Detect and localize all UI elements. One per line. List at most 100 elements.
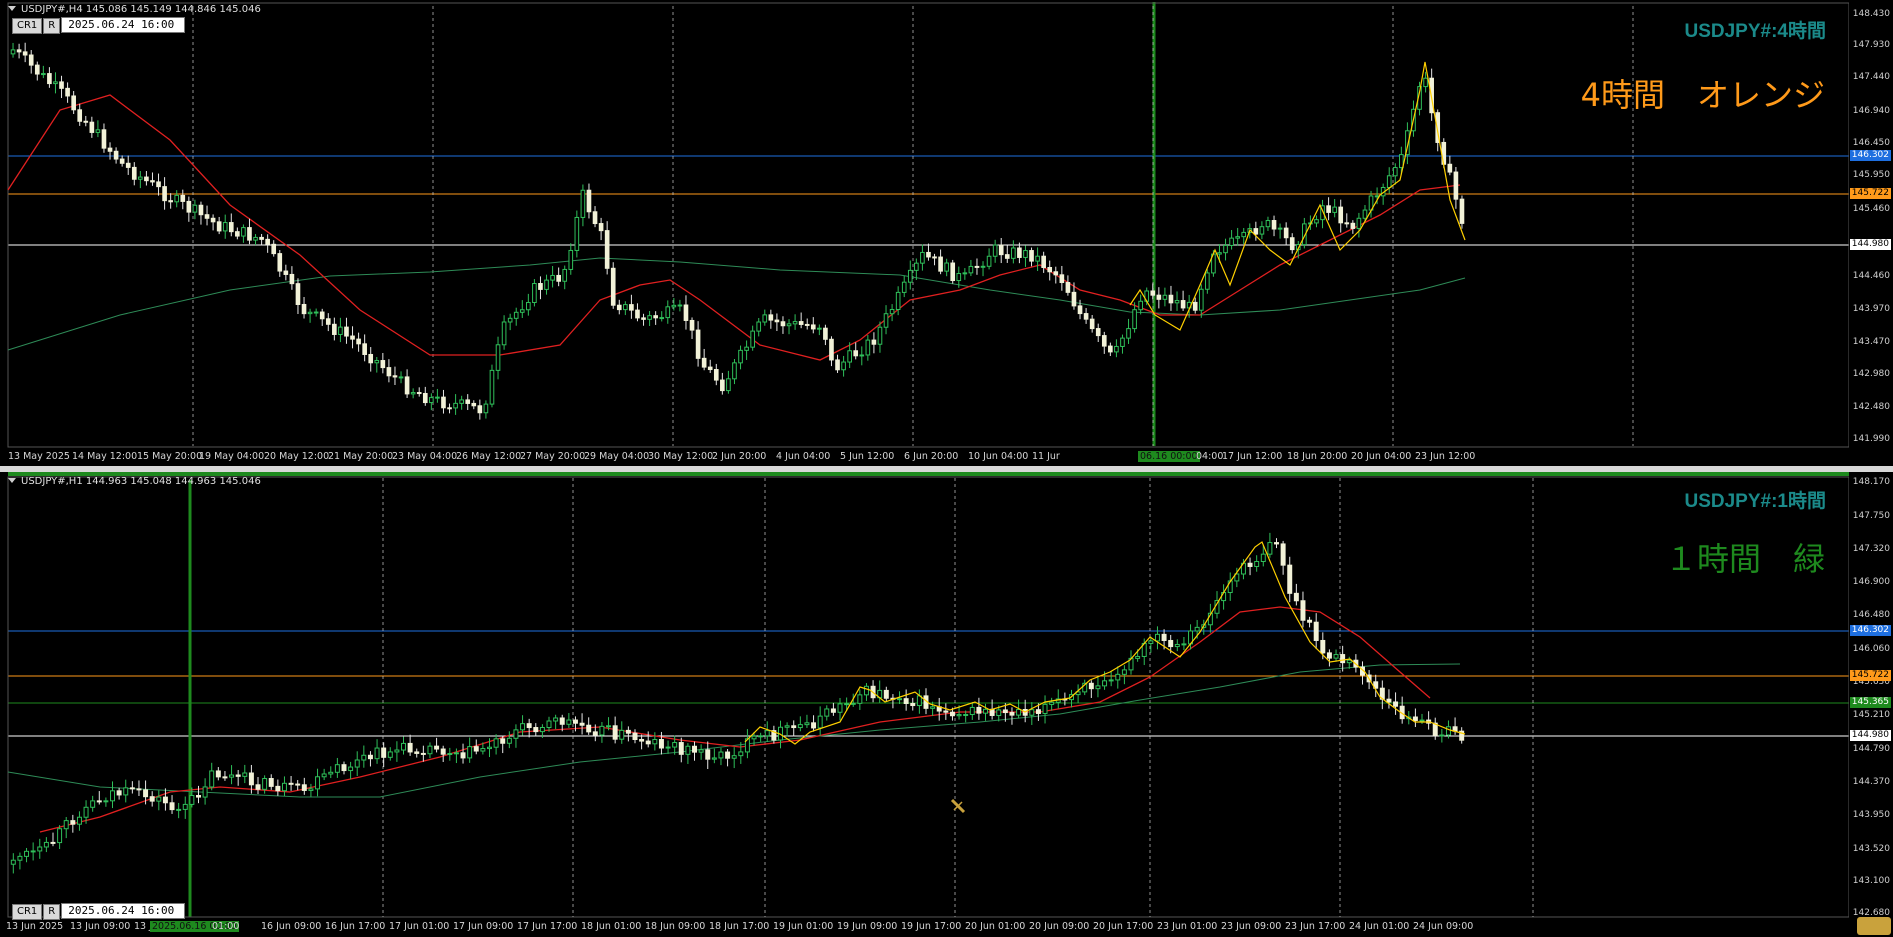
time-tick-label: 5 Jun 12:00: [840, 451, 895, 462]
collapse-triangle-icon[interactable]: [8, 6, 16, 11]
time-tick-label: 30 May 12:00: [648, 451, 714, 462]
price-level-badge: 144.980: [1849, 730, 1891, 741]
chart-title: USDJPY#:1時間: [1684, 491, 1827, 512]
time-tick-label: 15 May 20:00: [137, 451, 203, 462]
time-tick-label: 17 Jun 09:00: [453, 921, 514, 932]
r-button[interactable]: R: [43, 904, 61, 920]
time-tick-label: 20 Jun 09:00: [1029, 921, 1090, 932]
cr1-button[interactable]: CR1: [12, 18, 43, 34]
price-tick-label: 144.790: [1852, 744, 1890, 754]
price-level-badge: 146.302: [1849, 625, 1891, 636]
date-readout: 2025.06.24 16:00: [61, 903, 186, 919]
symbol-info: USDJPY#,H4 145.086 145.149 144.846 145.0…: [21, 4, 261, 15]
time-tick-label: 17 Jun 01:00: [389, 921, 450, 932]
time-tick-label: 20 Jun 04:00: [1351, 451, 1412, 462]
time-tick-label: 18 Jun 01:00: [581, 921, 642, 932]
time-tick-label: 04:00: [1196, 451, 1224, 462]
time-tick-label: 23 Jun 01:00: [1157, 921, 1218, 932]
price-tick-label: 145.950: [1852, 170, 1890, 180]
time-tick-label: 19 Jun 01:00: [773, 921, 834, 932]
time-tick-label: 13 May 2025: [8, 451, 70, 462]
time-tick-label: 23 May 04:00: [392, 451, 458, 462]
price-tick-label: 146.060: [1852, 644, 1890, 654]
price-tick-label: 141.990: [1852, 434, 1890, 444]
time-tick-label: 10 Jun 04:00: [968, 451, 1029, 462]
price-tick-label: 148.170: [1852, 477, 1890, 487]
price-level-badge: 145.722: [1849, 188, 1891, 199]
collapse-triangle-icon[interactable]: [8, 478, 16, 483]
symbol-info: USDJPY#,H1 144.963 145.048 144.963 145.0…: [21, 476, 261, 487]
time-tick-label: 23 Jun 09:00: [1221, 921, 1282, 932]
price-axis[interactable]: 148.430 147.930 147.440 146.940 146.450 145.9…: [1849, 0, 1893, 466]
time-tick-label: 18 Jun 09:00: [645, 921, 706, 932]
price-tick-label: 146.450: [1852, 138, 1890, 148]
time-tick-label: 19 Jun 17:00: [901, 921, 962, 932]
h1-chart-pane[interactable]: USDJPY#,H1 144.963 145.048 144.963 145.0…: [0, 472, 1893, 937]
time-tick-label: 14 May 12:00: [72, 451, 138, 462]
time-tick-label: 23 Jun 12:00: [1415, 451, 1476, 462]
price-level-badge: 146.302: [1849, 150, 1891, 161]
time-tick-label: 2 Jun 20:00: [712, 451, 767, 462]
time-tick-label: 18 Jun 17:00: [709, 921, 770, 932]
time-tick-label: 20 Jun 01:00: [965, 921, 1026, 932]
time-tick-label: 11 Jur: [1032, 451, 1060, 462]
date-readout: 2025.06.24 16:00: [61, 17, 186, 33]
h1-chart-canvas[interactable]: [0, 472, 1893, 937]
price-tick-label: 145.460: [1852, 204, 1890, 214]
time-tick-label: 4 Jun 04:00: [776, 451, 831, 462]
time-tick-label: 16 Jun 17:00: [325, 921, 386, 932]
time-tick-label: 29 May 04:00: [584, 451, 650, 462]
time-tick-label: 26 May 12:00: [456, 451, 522, 462]
chart-header: USDJPY#,H4 145.086 145.149 144.846 145.0…: [8, 4, 261, 15]
time-tick-label: 18 Jun 20:00: [1287, 451, 1348, 462]
time-tick-label: 17 Jun 12:00: [1222, 451, 1283, 462]
time-tick-label: 01:00: [212, 921, 240, 932]
time-tick-label: 23 Jun 17:00: [1285, 921, 1346, 932]
cr1-button[interactable]: CR1: [12, 904, 43, 920]
time-tick-label: 20 May 12:00: [264, 451, 330, 462]
price-tick-label: 146.940: [1852, 106, 1890, 116]
price-tick-label: 143.520: [1852, 844, 1890, 854]
price-tick-label: 147.750: [1852, 511, 1890, 521]
price-tick-label: 147.320: [1852, 544, 1890, 554]
crosshair-date-box: CR1 R 2025.06.24 16:00: [12, 903, 186, 920]
price-tick-label: 143.950: [1852, 810, 1890, 820]
price-tick-label: 142.980: [1852, 369, 1890, 379]
time-tick-label: 24 Jun 01:00: [1349, 921, 1410, 932]
pencil-cursor-icon: [950, 798, 966, 814]
time-tick-label: 13 Jun 2025: [6, 921, 64, 932]
time-tick-label: 17 Jun 17:00: [517, 921, 578, 932]
time-tick-label: 13 Jun 09:00: [70, 921, 131, 932]
price-tick-label: 146.480: [1852, 610, 1890, 620]
price-tick-label: 145.210: [1852, 710, 1890, 720]
price-tick-label: 144.460: [1852, 271, 1890, 281]
price-tick-label: 144.370: [1852, 777, 1890, 787]
time-tick-label: 21 May 20:00: [328, 451, 394, 462]
time-tick-label: 27 May 20:00: [520, 451, 586, 462]
h4-chart-pane[interactable]: USDJPY#,H4 145.086 145.149 144.846 145.0…: [0, 0, 1893, 466]
time-tick-label: 19 Jun 09:00: [837, 921, 898, 932]
chart-header: USDJPY#,H1 144.963 145.048 144.963 145.0…: [8, 476, 261, 487]
time-tick-label: 19 May 04:00: [199, 451, 265, 462]
time-tick-label: 16 Jun 09:00: [261, 921, 322, 932]
chart-title: USDJPY#:4時間: [1684, 21, 1827, 42]
time-tick-label: 6 Jun 20:00: [904, 451, 959, 462]
price-axis[interactable]: 148.170 147.750 147.320 146.900 146.480 146.0…: [1849, 472, 1893, 937]
price-tick-label: 147.930: [1852, 40, 1890, 50]
price-level-badge: 144.980: [1849, 239, 1891, 250]
time-tick-label: 24 Jun 09:00: [1413, 921, 1474, 932]
corner-logo-icon: [1857, 917, 1891, 935]
price-level-badge: 145.722: [1849, 670, 1891, 681]
price-tick-label: 143.970: [1852, 304, 1890, 314]
r-button[interactable]: R: [43, 18, 61, 34]
price-tick-label: 143.470: [1852, 337, 1890, 347]
crosshair-date-box: CR1 R 2025.06.24 16:00: [12, 17, 186, 34]
price-tick-label: 147.440: [1852, 72, 1890, 82]
price-tick-label: 146.900: [1852, 577, 1890, 587]
price-tick-label: 142.480: [1852, 402, 1890, 412]
time-tick-label: 20 Jun 17:00: [1093, 921, 1154, 932]
timeframe-label: 4時間 オレンジ: [1580, 76, 1825, 114]
price-tick-label: 143.100: [1852, 876, 1890, 886]
price-tick-label: 148.430: [1852, 9, 1890, 19]
timeframe-label: １時間 緑: [1664, 540, 1825, 578]
